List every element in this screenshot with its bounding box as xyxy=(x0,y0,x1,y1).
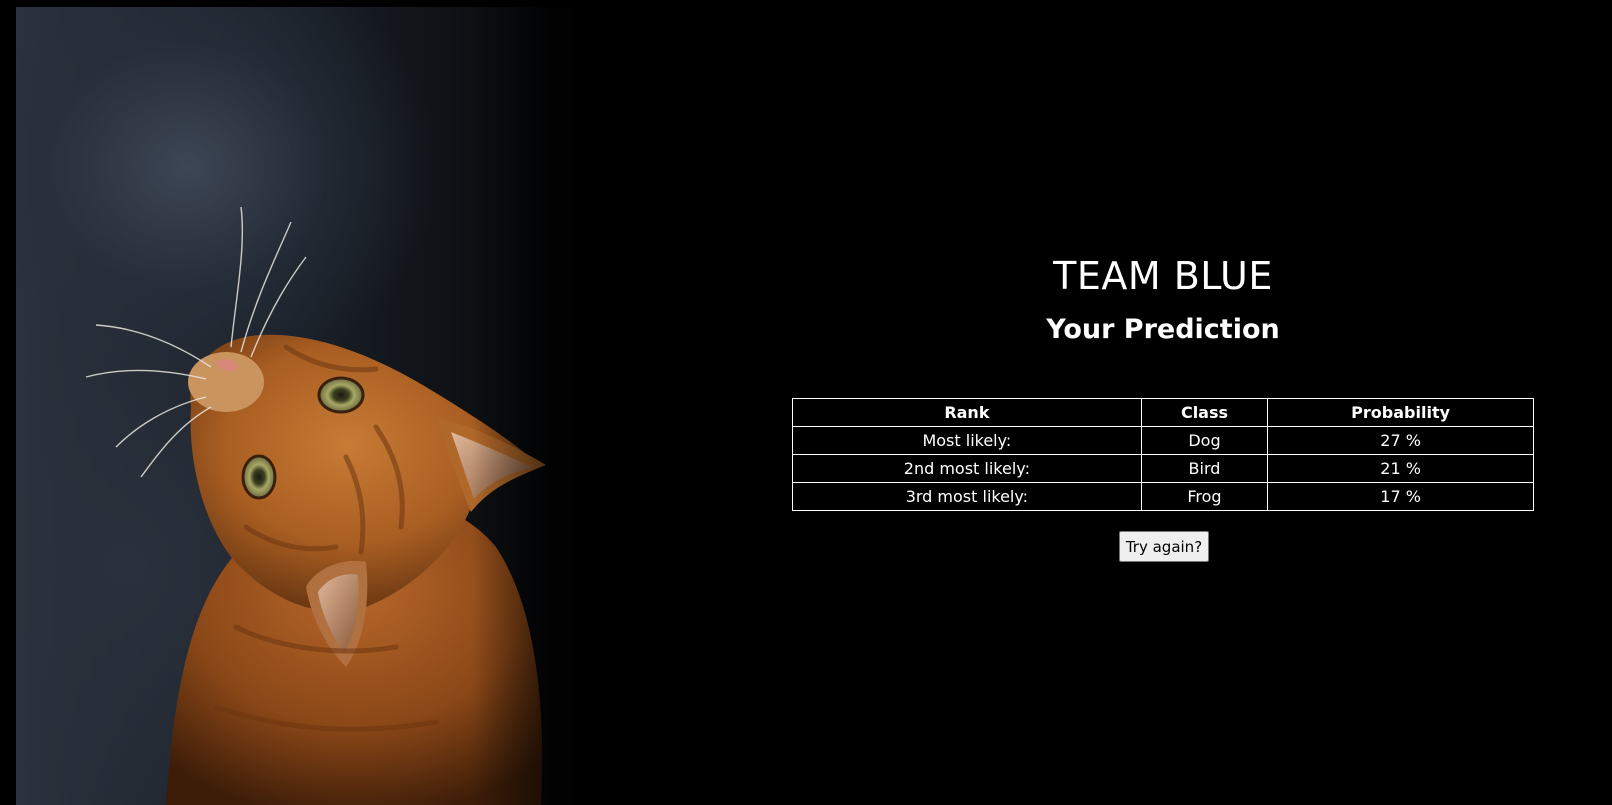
rank-cell: Most likely: xyxy=(792,426,1142,455)
uploaded-cat-image xyxy=(16,7,586,805)
probability-cell: 21 % xyxy=(1267,454,1534,483)
column-header-class: Class xyxy=(1140,398,1269,427)
table-row: Most likely: Dog 27 % xyxy=(792,426,1534,455)
class-cell: Frog xyxy=(1140,482,1269,511)
page-title: TEAM BLUE xyxy=(1053,254,1273,298)
column-header-rank: Rank xyxy=(792,398,1142,427)
rank-cell: 3rd most likely: xyxy=(792,482,1142,511)
page-subtitle: Your Prediction xyxy=(1046,314,1280,345)
probability-cell: 17 % xyxy=(1267,482,1534,511)
table-row: 2nd most likely: Bird 21 % xyxy=(792,454,1534,483)
probability-cell: 27 % xyxy=(1267,426,1534,455)
prediction-page: TEAM BLUE Your Prediction Rank Class Pro… xyxy=(0,0,1612,805)
results-panel: TEAM BLUE Your Prediction Rank Class Pro… xyxy=(792,0,1534,805)
class-cell: Dog xyxy=(1140,426,1269,455)
column-header-probability: Probability xyxy=(1267,398,1534,427)
prediction-table: Rank Class Probability Most likely: Dog … xyxy=(792,398,1534,511)
class-cell: Bird xyxy=(1140,454,1269,483)
table-header-row: Rank Class Probability xyxy=(792,398,1534,427)
rank-cell: 2nd most likely: xyxy=(792,454,1142,483)
table-row: 3rd most likely: Frog 17 % xyxy=(792,482,1534,511)
try-again-button[interactable]: Try again? xyxy=(1119,531,1209,562)
